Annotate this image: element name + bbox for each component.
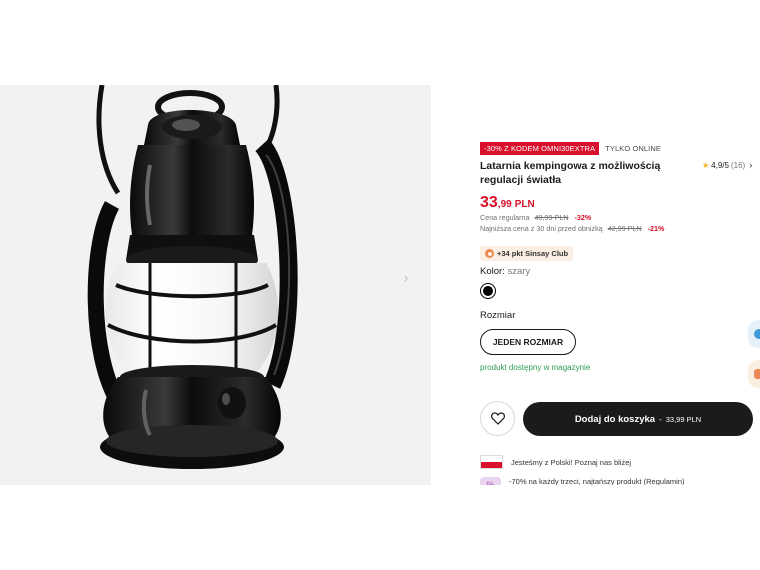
add-to-cart-amount: 33,99 PLN (665, 414, 702, 424)
availability-status: produkt dostępny w magazynie (480, 363, 591, 372)
product-badges: -30% Z KODEM OMNI30EXTRA TYLKO ONLINE (480, 142, 661, 155)
color-value: szary (507, 266, 531, 277)
benefit-text: Jesteśmy z Polski! Poznaj nas bliżej (511, 457, 632, 467)
color-label-text: Kolor: (480, 266, 505, 277)
heart-icon (490, 412, 505, 425)
coin-icon (485, 249, 494, 258)
star-icon: ★ (702, 160, 710, 170)
add-to-cart-label: Dodaj do koszyka (574, 413, 656, 425)
add-to-cart-separator: - (659, 414, 662, 424)
rating-link[interactable]: ★ 4,9/5 (16) › (702, 160, 752, 170)
gift-icon (754, 369, 760, 379)
add-to-favorites-button[interactable] (480, 401, 515, 436)
regular-price-label: Cena regularna (480, 213, 530, 222)
online-only-badge: TYLKO ONLINE (605, 144, 661, 153)
chevron-right-icon[interactable]: › (397, 268, 415, 286)
regular-price-discount: -32% (574, 213, 592, 222)
club-points-label: +34 pkt Sinsay Club (497, 249, 569, 258)
club-points-badge: +34 pkt Sinsay Club (480, 246, 574, 261)
benefit-promo[interactable]: % -70% na każdy trzeci, najtańszy produk… (480, 477, 685, 485)
price-decimal: ,99 (497, 199, 512, 210)
polish-flag-icon (480, 455, 503, 469)
floating-chat-widget[interactable] (748, 320, 760, 348)
chevron-right-icon: › (749, 160, 753, 170)
lowest-price-discount: -21% (647, 224, 665, 233)
product-title: Latarnia kempingowa z możliwością regula… (480, 160, 661, 186)
promo-code-badge: -30% Z KODEM OMNI30EXTRA (480, 142, 600, 155)
lowest-price-line: Najniższa cena z 30 dni przed obniżką 42… (480, 224, 664, 233)
swatch-fill (483, 286, 493, 296)
add-to-cart-button[interactable]: Dodaj do koszyka - 33,99 PLN (523, 402, 753, 436)
regular-price-line: Cena regularna 49,99 PLN -32% (480, 213, 591, 222)
chat-icon (754, 329, 760, 339)
benefit-polish-brand[interactable]: Jesteśmy z Polski! Poznaj nas bliżej (480, 455, 631, 469)
color-swatch-black[interactable] (480, 283, 496, 299)
color-label: Kolor: szary (480, 266, 530, 277)
tag-icon: % (480, 477, 501, 485)
rating-count: (16) (730, 160, 746, 170)
price-integer: 33 (480, 194, 498, 211)
floating-promo-widget[interactable] (748, 360, 760, 388)
product-info-panel: -30% Z KODEM OMNI30EXTRA TYLKO ONLINE La… (480, 0, 760, 570)
current-price: 33 ,99 PLN (480, 194, 535, 212)
benefit-text: -70% na każdy trzeci, najtańszy produkt … (509, 477, 685, 485)
size-option-button[interactable]: JEDEN ROZMIAR (480, 329, 576, 355)
lantern-product-image (87, 85, 298, 469)
lowest-price-label: Najniższa cena z 30 dni przed obniżką (480, 224, 603, 233)
size-label: Rozmiar (480, 310, 516, 321)
regular-price-value: 49,99 PLN (534, 213, 569, 222)
product-image-gallery[interactable]: › (0, 85, 431, 485)
price-currency: PLN (514, 199, 535, 210)
lowest-price-value: 42,99 PLN (607, 224, 642, 233)
rating-value: 4,9/5 (711, 160, 729, 170)
